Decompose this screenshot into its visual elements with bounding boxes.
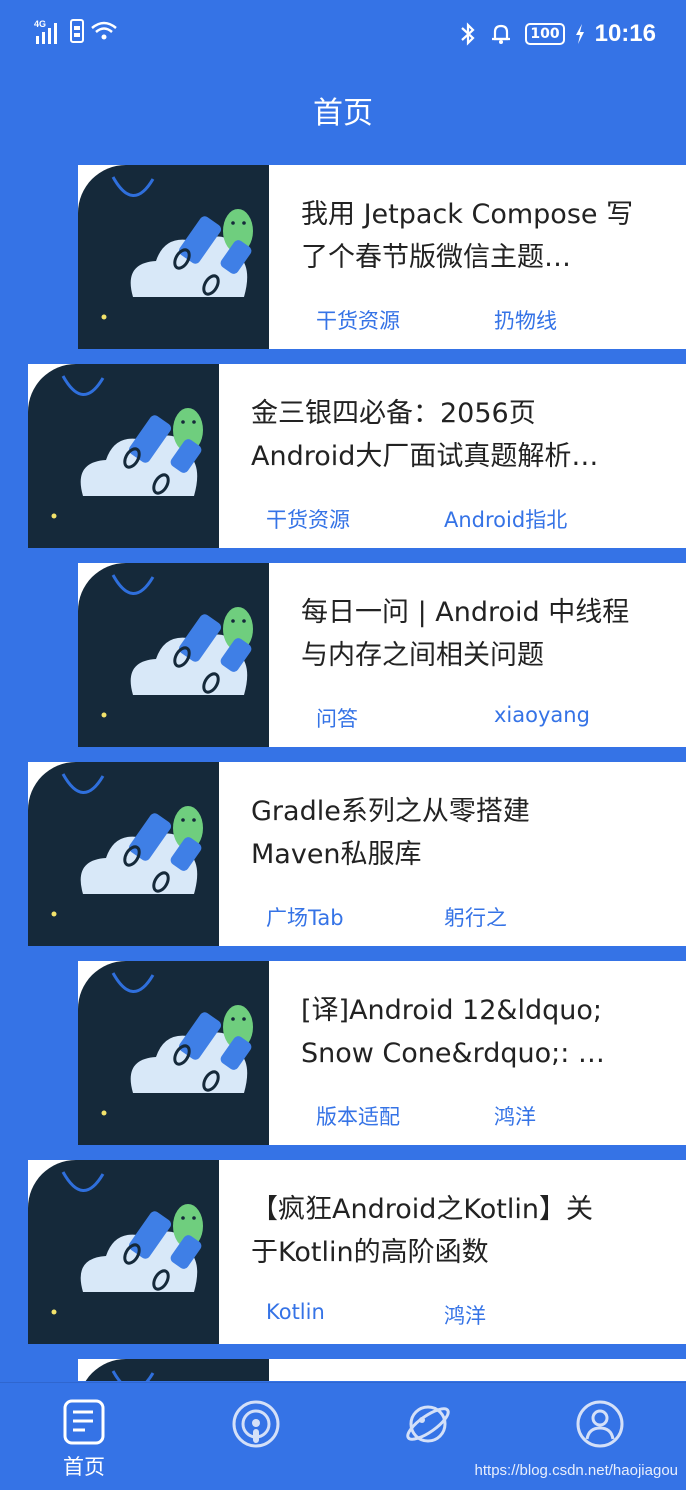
article-category[interactable]: Kotlin (266, 1300, 325, 1324)
article-body: 【疯狂Android之Kotlin】关于Kotlin的高阶函数 Kotlin 鸿… (219, 1160, 686, 1344)
article-title[interactable]: 每日一问 | Android 中线程与内存之间相关问题 (301, 591, 651, 677)
svg-text:4G: 4G (34, 19, 46, 29)
article-body: 金三银四必备：2056页 Android大厂面试真题解析… 干货资源 Andro… (219, 364, 686, 548)
article-title[interactable]: 我用 Jetpack Compose 写了个春节版微信主题… (301, 193, 651, 279)
nav-podcast[interactable] (216, 1399, 296, 1453)
article-author[interactable]: 鸿洋 (494, 1101, 536, 1131)
article-body: 我用 Jetpack Compose 写了个春节版微信主题… 干货资源 扔物线 (269, 165, 686, 349)
nav-home[interactable]: 首页 (44, 1399, 124, 1481)
android-rocket-illustration (51, 773, 203, 917)
status-right: 100 10:16 (459, 20, 656, 48)
planet-icon (406, 1405, 450, 1443)
article-card[interactable]: 金三银四必备：2056页 Android大厂面试真题解析… 干货资源 Andro… (28, 364, 686, 548)
status-bar: 4G 100 10:16 (0, 0, 686, 68)
article-title[interactable]: 【疯狂Android之Kotlin】关于Kotlin的高阶函数 (251, 1188, 601, 1274)
article-author[interactable]: 躬行之 (444, 902, 507, 932)
page-title: 首页 (313, 96, 373, 131)
charging-icon (575, 24, 584, 44)
nav-home-label: 首页 (63, 1455, 105, 1479)
document-icon (63, 1399, 105, 1445)
article-title[interactable]: Gradle系列之从零搭建 Maven私服库 (251, 790, 601, 876)
article-list[interactable]: 我用 Jetpack Compose 写了个春节版微信主题… 干货资源 扔物线 … (0, 165, 686, 1381)
android-rocket-illustration (101, 574, 253, 718)
article-card-partial[interactable] (78, 1359, 686, 1381)
nav-discover[interactable] (388, 1399, 468, 1453)
podcast-icon (232, 1400, 280, 1448)
status-left: 4G (34, 18, 118, 44)
android-rocket-illustration (111, 1370, 155, 1381)
battery-icon: 100 (525, 23, 565, 45)
article-body: [译]Android 12&ldquo; Snow Cone&rdquo;: …… (269, 961, 686, 1145)
article-author[interactable]: 鸿洋 (444, 1300, 486, 1330)
article-thumbnail (28, 762, 219, 946)
article-body: Gradle系列之从零搭建 Maven私服库 广场Tab 躬行之 (219, 762, 686, 946)
article-body (269, 1359, 686, 1381)
article-thumbnail (78, 563, 269, 747)
article-card[interactable]: 每日一问 | Android 中线程与内存之间相关问题 问答 xiaoyang (78, 563, 686, 747)
nav-profile[interactable] (560, 1399, 640, 1453)
bell-icon (492, 24, 511, 44)
article-thumbnail (78, 165, 269, 349)
status-time: 10:16 (594, 20, 656, 47)
article-body: 每日一问 | Android 中线程与内存之间相关问题 问答 xiaoyang (269, 563, 686, 747)
article-category[interactable]: 干货资源 (266, 504, 350, 534)
article-category[interactable]: 广场Tab (266, 902, 344, 932)
wifi-icon (91, 21, 117, 40)
article-title[interactable]: 金三银四必备：2056页 Android大厂面试真题解析… (251, 392, 601, 478)
article-category[interactable]: 问答 (316, 703, 358, 733)
article-card[interactable]: 我用 Jetpack Compose 写了个春节版微信主题… 干货资源 扔物线 (78, 165, 686, 349)
article-card[interactable]: Gradle系列之从零搭建 Maven私服库 广场Tab 躬行之 (28, 762, 686, 946)
article-author[interactable]: 扔物线 (494, 305, 557, 335)
article-card[interactable]: [译]Android 12&ldquo; Snow Cone&rdquo;: …… (78, 961, 686, 1145)
article-author[interactable]: xiaoyang (494, 703, 590, 727)
article-thumbnail (78, 1359, 269, 1381)
profile-icon (576, 1400, 624, 1448)
article-author[interactable]: Android指北 (444, 504, 567, 534)
article-title[interactable]: [译]Android 12&ldquo; Snow Cone&rdquo;: … (301, 989, 651, 1075)
article-thumbnail (78, 961, 269, 1145)
sim-icon (70, 19, 84, 43)
article-thumbnail (28, 1160, 219, 1344)
article-card[interactable]: 【疯狂Android之Kotlin】关于Kotlin的高阶函数 Kotlin 鸿… (28, 1160, 686, 1344)
article-category[interactable]: 干货资源 (316, 305, 400, 335)
article-category[interactable]: 版本适配 (316, 1101, 400, 1131)
android-rocket-illustration (51, 375, 203, 519)
article-thumbnail (28, 364, 219, 548)
android-rocket-illustration (51, 1171, 203, 1315)
signal-icon: 4G (34, 19, 57, 44)
watermark: https://blog.csdn.net/haojiagou (474, 1462, 678, 1479)
android-rocket-illustration (101, 176, 253, 320)
bluetooth-icon (461, 22, 475, 46)
android-rocket-illustration (101, 972, 253, 1116)
